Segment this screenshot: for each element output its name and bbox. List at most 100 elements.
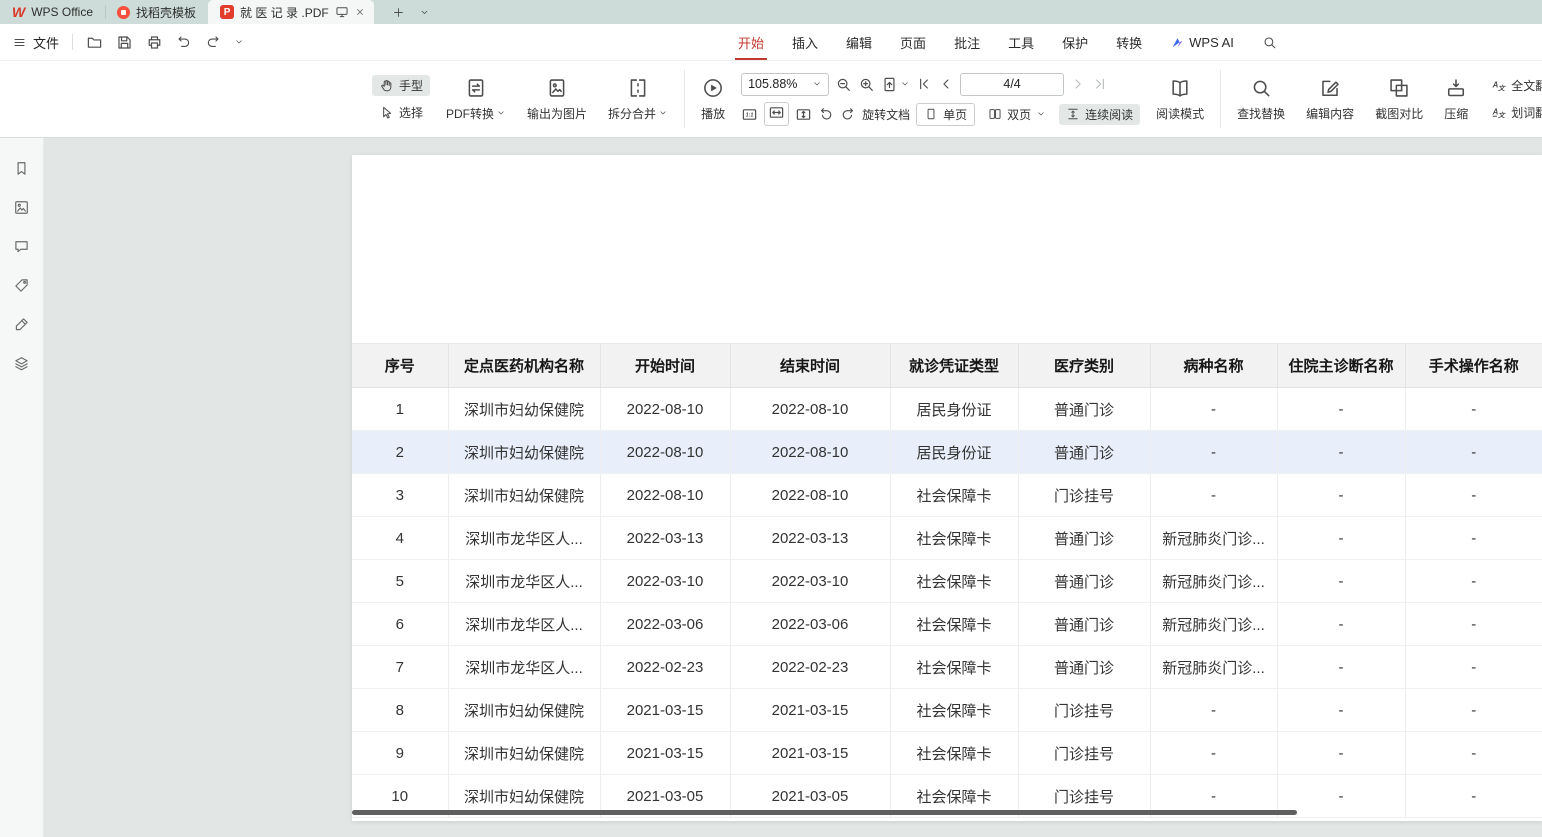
menu-wps-ai[interactable]: WPS AI [1170,24,1234,60]
table-cell: - [1405,474,1542,517]
menu-tab-edit[interactable]: 编辑 [846,24,872,60]
tab-docer-templates[interactable]: 找稻壳模板 [105,0,208,24]
read-mode-button[interactable]: 阅读模式 [1151,77,1209,122]
play-button[interactable]: 播放 [696,77,730,122]
page-organize-button[interactable] [881,76,910,93]
pen-markup-icon[interactable] [13,316,30,333]
annotation-tag-icon[interactable] [13,277,30,294]
table-cell: 2022-03-10 [730,560,890,603]
table-cell: - [1405,431,1542,474]
document-tab-title: 就 医 记 录 .PDF [240,4,329,21]
find-replace-button[interactable]: 查找替换 [1232,77,1290,122]
table-row: 6深圳市龙华区人...2022-03-062022-03-06社会保障卡普通门诊… [352,603,1542,646]
new-tab-icon[interactable] [392,6,405,19]
select-tool-button[interactable]: 选择 [372,102,430,123]
tab-document[interactable]: P 就 医 记 录 .PDF [208,0,374,24]
tab-wps-office[interactable]: W WPS Office [0,0,105,24]
chevron-down-icon [658,108,668,118]
actual-size-icon[interactable]: 1:1 [741,106,758,123]
table-cell: 2022-02-23 [600,646,730,689]
thumbnail-panel-icon[interactable] [13,199,30,216]
save-icon[interactable] [116,34,133,51]
left-panel-toolbar [0,138,44,837]
pdf-convert-button[interactable]: PDF转换 [441,77,511,122]
table-row: 4深圳市龙华区人...2022-03-132022-03-13社会保障卡普通门诊… [352,517,1542,560]
ribbon-tabs: 开始 插入 编辑 页面 批注 工具 保护 转换 WPS AI [738,24,1277,60]
table-cell: 新冠肺炎门诊... [1150,646,1277,689]
screenshot-compare-button[interactable]: 截图对比 [1370,77,1428,122]
tab-docer-label: 找稻壳模板 [136,4,196,21]
table-cell: 社会保障卡 [890,474,1018,517]
comment-panel-icon[interactable] [13,238,30,255]
export-image-button[interactable]: 输出为图片 [522,77,592,122]
continuous-read-button[interactable]: 连续阅读 [1059,104,1140,125]
tab-list-chevron-icon[interactable] [419,7,430,18]
undo-history-chevron-icon[interactable] [234,37,244,47]
close-tab-icon[interactable] [355,7,365,17]
file-menu-button[interactable]: 文件 [12,33,59,52]
wps-ai-label: WPS AI [1189,35,1234,50]
search-icon[interactable] [1262,35,1277,50]
first-page-icon[interactable] [916,76,932,92]
rotate-right-icon[interactable] [840,106,856,122]
hand-tool-button[interactable]: 手型 [372,75,430,96]
rotate-doc-label[interactable]: 旋转文档 [862,106,910,123]
tab-wps-office-label: WPS Office [31,5,93,19]
table-cell: 社会保障卡 [890,560,1018,603]
undo-icon[interactable] [176,34,192,50]
layers-panel-icon[interactable] [13,355,30,372]
table-cell: 8 [352,689,448,732]
table-cell: 新冠肺炎门诊... [1150,603,1277,646]
split-merge-label: 拆分合并 [608,105,656,122]
full-translate-button[interactable]: A文 全文翻译 [1484,75,1542,96]
zoom-select[interactable]: 105.88% [741,73,829,96]
rotate-left-icon[interactable] [818,106,834,122]
word-translate-button[interactable]: A文 划词翻译 [1484,102,1542,123]
document-workspace: 序号定点医药机构名称开始时间结束时间就诊凭证类型医疗类别病种名称住院主诊断名称手… [0,138,1542,837]
bookmark-panel-icon[interactable] [13,160,30,177]
menu-tab-protect[interactable]: 保护 [1062,24,1088,60]
table-cell: - [1277,603,1405,646]
compress-button[interactable]: 压缩 [1439,77,1473,122]
menu-tab-tools[interactable]: 工具 [1008,24,1034,60]
last-page-icon[interactable] [1092,76,1108,92]
table-header-row: 序号定点医药机构名称开始时间结束时间就诊凭证类型医疗类别病种名称住院主诊断名称手… [352,344,1542,388]
previous-page-icon[interactable] [938,76,954,92]
redo-icon[interactable] [205,34,221,50]
fit-width-button[interactable] [764,102,789,126]
edit-content-button[interactable]: 编辑内容 [1301,77,1359,122]
open-file-icon[interactable] [86,34,103,51]
double-page-button[interactable]: 双页 [981,104,1053,125]
table-cell: 社会保障卡 [890,689,1018,732]
menu-tab-home[interactable]: 开始 [738,24,764,60]
zoom-in-icon[interactable] [858,76,875,93]
menu-tab-comment[interactable]: 批注 [954,24,980,60]
word-translate-label: 划词翻译 [1511,104,1542,121]
table-row: 8深圳市妇幼保健院2021-03-152021-03-15社会保障卡门诊挂号--… [352,689,1542,732]
horizontal-scrollbar[interactable] [352,810,1297,815]
table-cell: - [1277,388,1405,431]
menu-tab-insert[interactable]: 插入 [792,24,818,60]
menu-bar: 文件 开始 插入 编辑 页面 批注 工具 保护 转换 WPS AI [0,24,1542,60]
table-cell: 7 [352,646,448,689]
page-number-box[interactable]: 4/4 [960,73,1064,96]
print-icon[interactable] [146,34,163,51]
zoom-and-page-group: 105.88% 4/4 1:1 [741,72,1140,126]
menu-tab-convert[interactable]: 转换 [1116,24,1142,60]
double-page-icon [988,107,1002,121]
table-row: 7深圳市龙华区人...2022-02-232022-02-23社会保障卡普通门诊… [352,646,1542,689]
menu-tab-page[interactable]: 页面 [900,24,926,60]
docer-icon [117,6,130,19]
fit-page-icon[interactable] [795,106,812,123]
cursor-icon [379,105,394,120]
column-header: 开始时间 [600,344,730,388]
single-page-icon [924,107,938,121]
zoom-out-icon[interactable] [835,76,852,93]
play-icon [702,77,724,99]
single-page-button[interactable]: 单页 [916,103,975,126]
next-page-icon[interactable] [1070,76,1086,92]
table-cell: 4 [352,517,448,560]
table-row: 2深圳市妇幼保健院2022-08-102022-08-10居民身份证普通门诊--… [352,431,1542,474]
split-merge-button[interactable]: 拆分合并 [603,77,673,122]
pdf-convert-icon [465,77,487,99]
